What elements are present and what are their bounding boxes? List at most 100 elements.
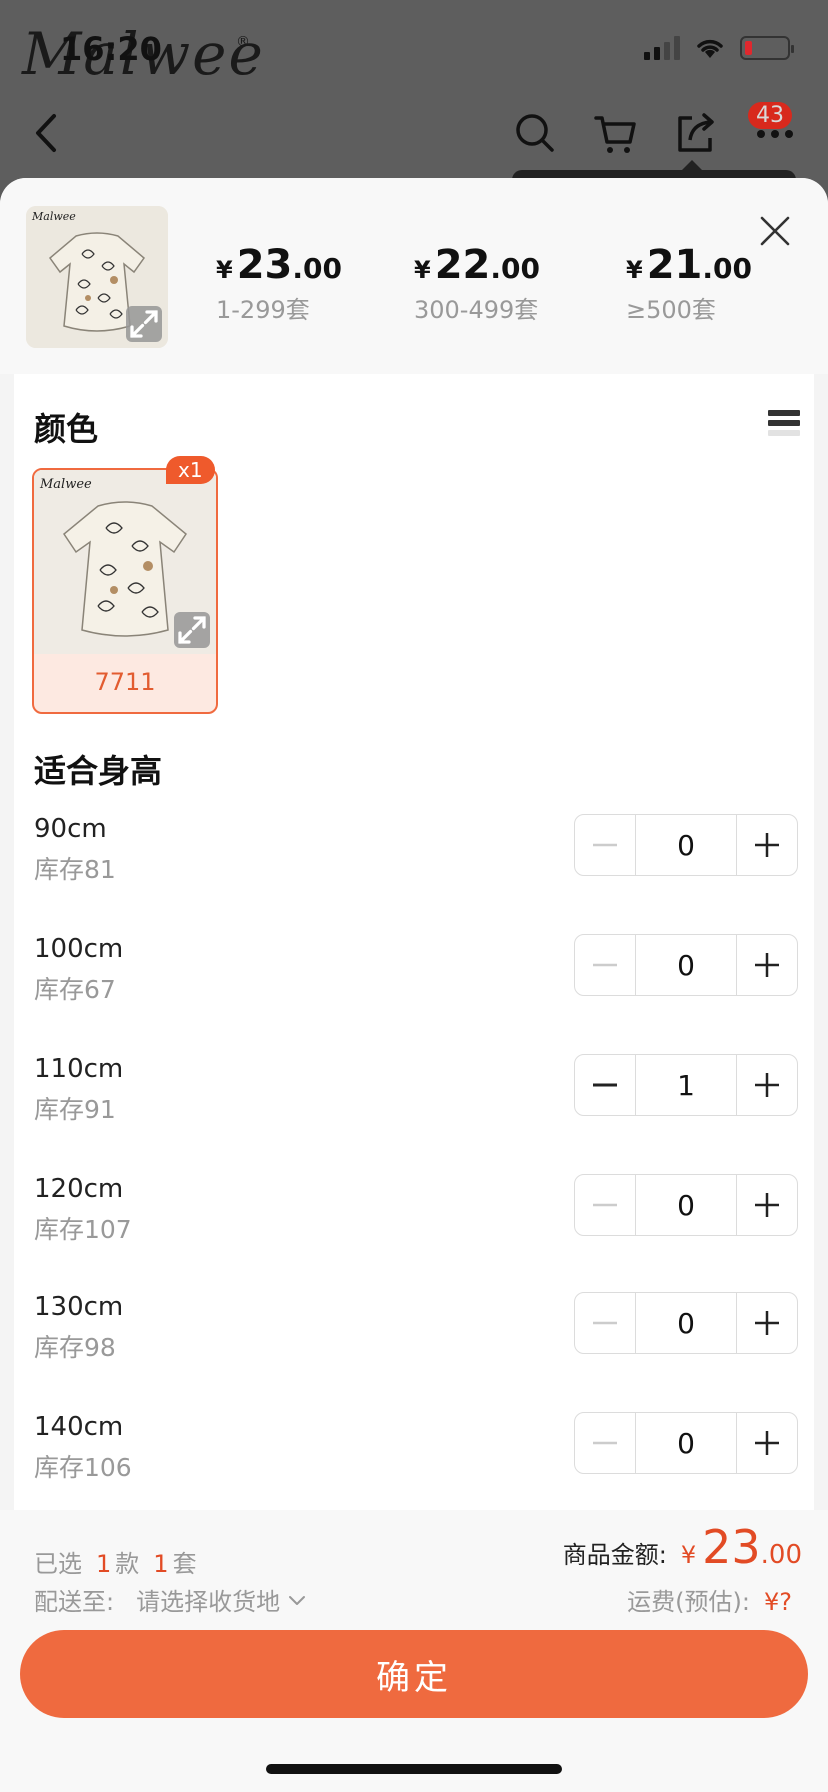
stock-label: 库存81 [34,855,116,884]
price-currency: ¥ [414,256,431,284]
close-icon[interactable] [758,214,792,248]
product-thumbnail[interactable]: Malwee [26,206,168,348]
minus-icon [593,1083,617,1087]
price-tier-range: 300-499套 [414,296,539,324]
stock-label: 库存98 [34,1333,116,1362]
battery-icon [740,36,794,60]
share-icon[interactable] [672,110,718,156]
price-currency: ¥ [626,256,643,284]
svg-text:Malwee: Malwee [39,477,92,492]
home-indicator [266,1764,562,1774]
increment-button[interactable] [737,1293,797,1353]
plus-icon [755,1193,779,1217]
minus-icon [593,843,617,847]
quantity-stepper: 0 [574,1174,798,1236]
quantity-value[interactable]: 0 [635,1413,737,1473]
price-decimal: .00 [292,252,342,285]
increment-button[interactable] [737,1413,797,1473]
increment-button[interactable] [737,1055,797,1115]
quantity-stepper: 0 [574,1412,798,1474]
plus-icon [755,953,779,977]
sku-options-panel: 颜色 x1 Malwee 7711 适合身高 90cm 库存81 0 100cm… [14,374,814,1510]
minus-icon [593,1203,617,1207]
quantity-value[interactable]: 0 [635,1293,737,1353]
selected-sets-count: 1 [153,1550,169,1578]
price-tier-3: ¥21.00 ≥500套 [626,242,752,325]
search-icon[interactable] [512,110,558,156]
size-label: 140cm [34,1412,124,1442]
size-label: 110cm [34,1054,124,1084]
quantity-value[interactable]: 0 [635,815,737,875]
decrement-button[interactable] [575,815,635,875]
size-label: 90cm [34,814,107,844]
quantity-stepper: 1 [574,1054,798,1116]
quantity-value[interactable]: 1 [635,1055,737,1115]
decrement-button[interactable] [575,935,635,995]
decrement-button[interactable] [575,1055,635,1115]
color-selected-count-badge: x1 [166,456,215,484]
svg-text:Malwee: Malwee [31,210,76,223]
signal-icon [644,36,680,60]
background-product-page: Malwee ® 16:20 43 [0,0,828,190]
size-label: 100cm [34,934,124,964]
sheet-header: Malwee ¥23.00 1-299套 ¥22.00 300-499套 ¥ 2… [0,178,828,374]
freight-value: ¥? [763,1588,792,1616]
shipping-destination[interactable]: 配送至: 请选择收货地 [34,1582,308,1617]
sku-selection-sheet: Malwee ¥23.00 1-299套 ¥22.00 300-499套 ¥ 2… [0,178,828,1792]
freight-label: 运费(预估): [627,1588,750,1616]
color-option-7711[interactable]: Malwee 7711 [32,468,218,714]
total-decimal: .00 [760,1540,802,1570]
freight-estimate: 运费(预估): ¥? [627,1582,792,1617]
ship-address-placeholder[interactable]: 请选择收货地 [136,1582,280,1617]
increment-button[interactable] [737,935,797,995]
plus-icon [755,1073,779,1097]
quantity-stepper: 0 [574,1292,798,1354]
size-label: 130cm [34,1292,124,1322]
stock-label: 库存91 [34,1095,116,1124]
selected-prefix: 已选 [34,1550,82,1578]
increment-button[interactable] [737,1175,797,1235]
chevron-down-icon [289,1595,306,1605]
size-label: 120cm [34,1174,124,1204]
expand-icon[interactable] [126,306,162,342]
decrement-button[interactable] [575,1175,635,1235]
styles-unit: 款 [115,1550,140,1578]
brand-registered-mark: ® [236,34,250,50]
plus-icon [755,1311,779,1335]
order-summary-footer: 已选 1 款 1 套 配送至: 请选择收货地 商品金额: ¥23.00 运费(预估): ¥?… [0,1510,828,1792]
sets-unit: 套 [172,1550,197,1578]
price-tier-1: ¥23.00 1-299套 [216,242,342,325]
total-integer: 23 [702,1520,761,1574]
total-amount: 商品金额: ¥23.00 [563,1520,802,1574]
confirm-button[interactable]: 确定 [20,1630,808,1718]
price-tier-range: 1-299套 [216,296,310,324]
size-row-110cm: 110cm 库存91 1 [34,1054,798,1154]
list-view-toggle-icon[interactable] [768,410,800,444]
total-currency: ¥ [680,1541,697,1569]
stock-label: 库存67 [34,975,116,1004]
quantity-value[interactable]: 0 [635,935,737,995]
ship-label: 配送至: [34,1588,115,1616]
cart-count-badge: 43 [748,102,792,129]
quantity-value[interactable]: 0 [635,1175,737,1235]
expand-icon[interactable] [174,612,210,648]
decrement-button[interactable] [575,1293,635,1353]
price-currency: ¥ [216,256,233,284]
quantity-stepper: 0 [574,934,798,996]
minus-icon [593,963,617,967]
minus-icon [593,1321,617,1325]
size-section-title: 适合身高 [34,752,163,790]
increment-button[interactable] [737,815,797,875]
size-row-130cm: 130cm 库存98 0 [34,1292,798,1392]
cart-icon[interactable] [592,110,638,156]
color-option-image: Malwee [34,470,216,654]
stock-label: 库存107 [34,1215,132,1244]
status-time: 16:20 [60,30,162,68]
price-decimal: .00 [490,252,540,285]
status-icons [644,36,794,60]
size-row-100cm: 100cm 库存67 0 [34,934,798,1034]
decrement-button[interactable] [575,1413,635,1473]
wifi-icon [697,39,723,58]
size-row-140cm: 140cm 库存106 0 [34,1412,798,1512]
back-icon[interactable] [28,108,62,158]
